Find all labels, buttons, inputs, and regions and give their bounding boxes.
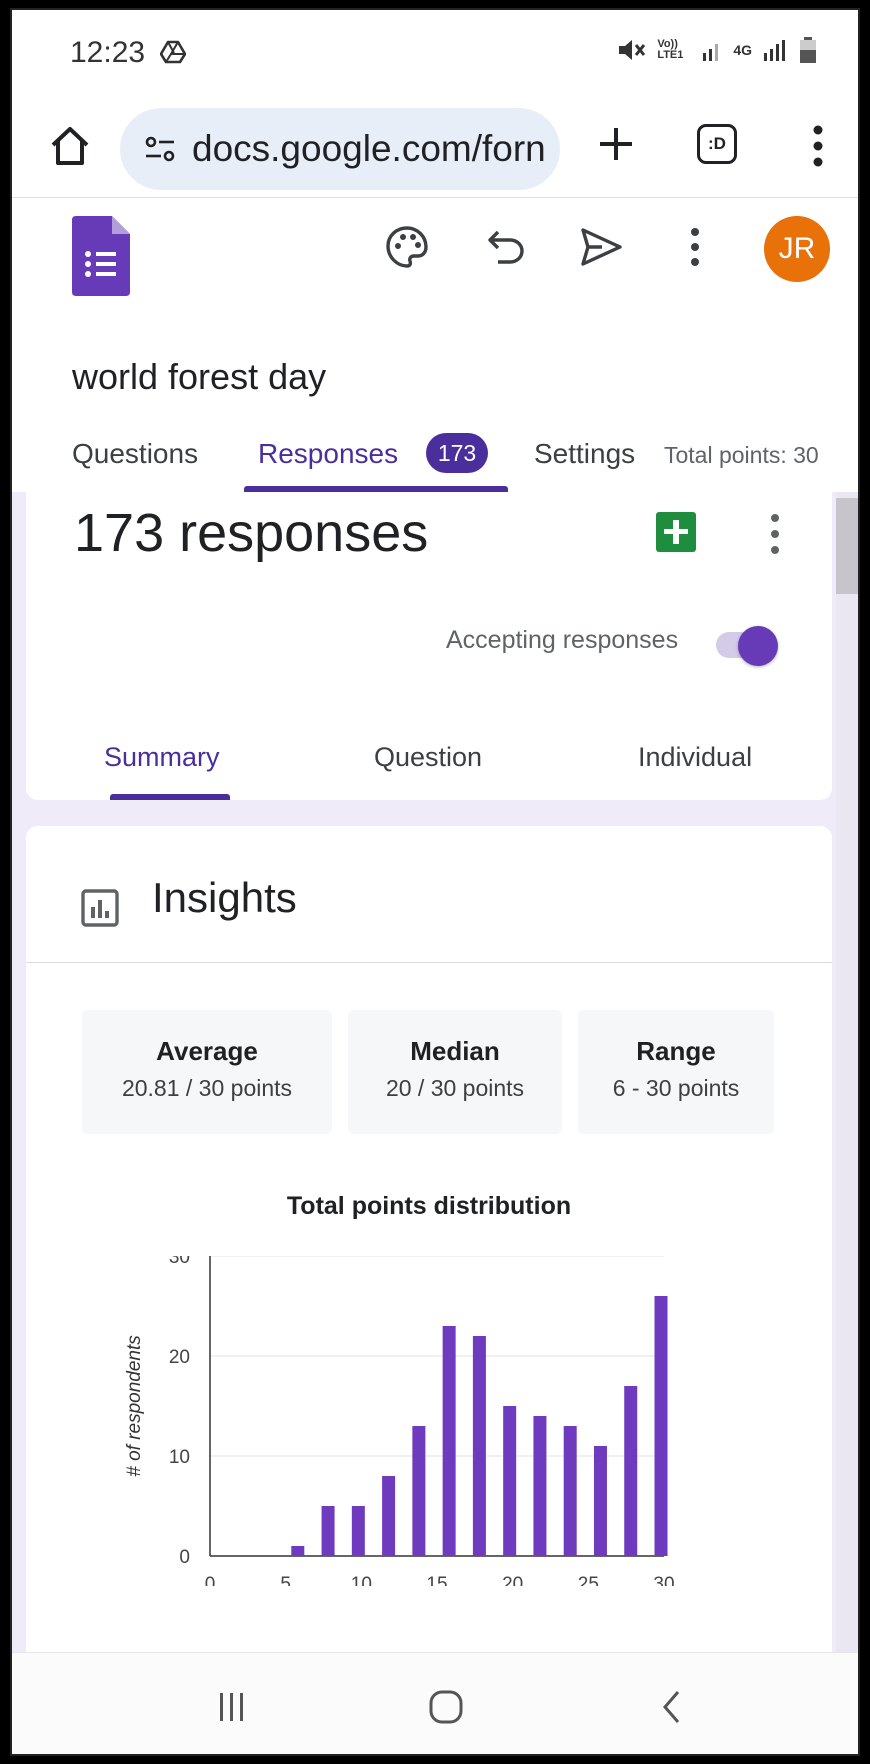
- recent-apps-icon[interactable]: [212, 1687, 252, 1727]
- insights-title: Insights: [152, 874, 297, 921]
- tab-responses[interactable]: Responses: [258, 438, 398, 470]
- x-tick-label: 25: [578, 1574, 599, 1586]
- insights-card: Insights Average 20.81 / 30 points Media…: [26, 826, 832, 1652]
- phone-screen: 12:23 Vo)) LTE1 4G docs.google.com/forn …: [10, 8, 860, 1756]
- scrollbar-thumb[interactable]: [836, 498, 858, 594]
- stat-range: Range 6 - 30 points: [578, 1010, 774, 1134]
- bar: [442, 1326, 456, 1556]
- url-text[interactable]: docs.google.com/forn: [192, 128, 552, 170]
- signal-icon: [764, 40, 785, 61]
- palette-icon[interactable]: [384, 224, 430, 270]
- y-axis-title: # of respondents: [124, 1335, 145, 1477]
- response-count-heading: 173 responses: [74, 503, 429, 563]
- more-options-icon[interactable]: [684, 224, 706, 270]
- subtab-individual[interactable]: Individual: [638, 742, 752, 773]
- home-nav-icon[interactable]: [426, 1687, 466, 1727]
- accepting-responses-label: Accepting responses: [446, 626, 679, 654]
- bar: [291, 1546, 305, 1556]
- network-label-2: 4G: [733, 42, 752, 58]
- bar: [472, 1336, 486, 1556]
- x-tick-label: 0: [205, 1574, 216, 1586]
- form-title[interactable]: world forest day: [72, 356, 326, 398]
- avatar[interactable]: JR: [764, 216, 830, 282]
- google-forms-logo[interactable]: [72, 216, 130, 296]
- tab-settings[interactable]: Settings: [534, 438, 635, 470]
- signal-icon: [703, 44, 719, 61]
- bar: [351, 1506, 365, 1556]
- y-tick-label: 10: [169, 1447, 190, 1468]
- stat-value: 6 - 30 points: [612, 1075, 740, 1101]
- home-icon[interactable]: [48, 124, 92, 168]
- site-settings-icon[interactable]: [144, 134, 176, 164]
- mute-icon: [619, 40, 646, 60]
- back-icon[interactable]: [652, 1687, 692, 1727]
- undo-icon[interactable]: [484, 224, 530, 270]
- stat-value: 20 / 30 points: [385, 1075, 525, 1101]
- bar: [412, 1426, 426, 1556]
- scrollbar[interactable]: [836, 492, 858, 1652]
- active-subtab-indicator: [110, 794, 230, 800]
- tab-switcher-button[interactable]: :D: [697, 124, 737, 164]
- y-tick-label: 0: [179, 1547, 190, 1568]
- x-tick-label: 5: [280, 1574, 291, 1586]
- subtab-summary[interactable]: Summary: [104, 742, 220, 773]
- address-bar[interactable]: docs.google.com/forn: [120, 108, 560, 190]
- chart-title: Total points distribution: [286, 1192, 572, 1220]
- accepting-responses-toggle[interactable]: [716, 626, 778, 666]
- browser-menu-icon[interactable]: [808, 122, 828, 170]
- stat-label: Range: [636, 1036, 716, 1066]
- responses-count-badge: 173: [426, 433, 488, 473]
- browser-toolbar: docs.google.com/forn :D: [12, 98, 858, 198]
- x-tick-label: 20: [502, 1574, 523, 1586]
- more-options-icon[interactable]: [766, 510, 784, 558]
- status-bar: 12:23 Vo)) LTE1 4G: [12, 10, 858, 98]
- system-icons: Vo)) LTE1 4G: [617, 36, 818, 64]
- drive-icon: [160, 40, 186, 64]
- bar: [563, 1426, 577, 1556]
- new-tab-icon[interactable]: [594, 122, 638, 166]
- stat-median: Median 20 / 30 points: [348, 1010, 562, 1134]
- responses-content[interactable]: 173 responses Accepting responses Summar…: [12, 492, 858, 1652]
- x-tick-label: 30: [653, 1574, 674, 1586]
- divider: [26, 962, 832, 963]
- insights-icon: [81, 889, 119, 927]
- stat-value: 20.81 / 30 points: [121, 1075, 293, 1101]
- battery-icon: [800, 37, 816, 63]
- y-tick-label: 20: [169, 1347, 190, 1368]
- toggle-knob[interactable]: [738, 626, 778, 666]
- stat-average: Average 20.81 / 30 points: [82, 1010, 332, 1134]
- android-nav-bar: [12, 1652, 858, 1754]
- bar: [382, 1476, 396, 1556]
- tab-questions[interactable]: Questions: [72, 438, 198, 470]
- x-tick-label: 15: [426, 1574, 447, 1586]
- y-tick-label: 30: [169, 1256, 190, 1268]
- points-distribution-chart: 0102030051015202530Points scored# of res…: [124, 1256, 675, 1586]
- responses-card: 173 responses Accepting responses Summar…: [26, 492, 832, 800]
- bar: [624, 1386, 638, 1556]
- x-tick-label: 10: [351, 1574, 372, 1586]
- bar: [503, 1406, 517, 1556]
- network-label-1: Vo)) LTE1: [657, 38, 684, 61]
- bar: [654, 1296, 668, 1556]
- bar: [321, 1506, 335, 1556]
- sheets-icon[interactable]: [656, 512, 696, 552]
- stat-label: Median: [410, 1036, 500, 1066]
- total-points-label: Total points: 30: [664, 442, 819, 468]
- bar: [593, 1446, 607, 1556]
- status-time: 12:23: [70, 36, 146, 69]
- stat-label: Average: [156, 1036, 258, 1066]
- bar: [533, 1416, 547, 1556]
- subtab-question[interactable]: Question: [374, 742, 482, 773]
- send-icon[interactable]: [578, 224, 624, 270]
